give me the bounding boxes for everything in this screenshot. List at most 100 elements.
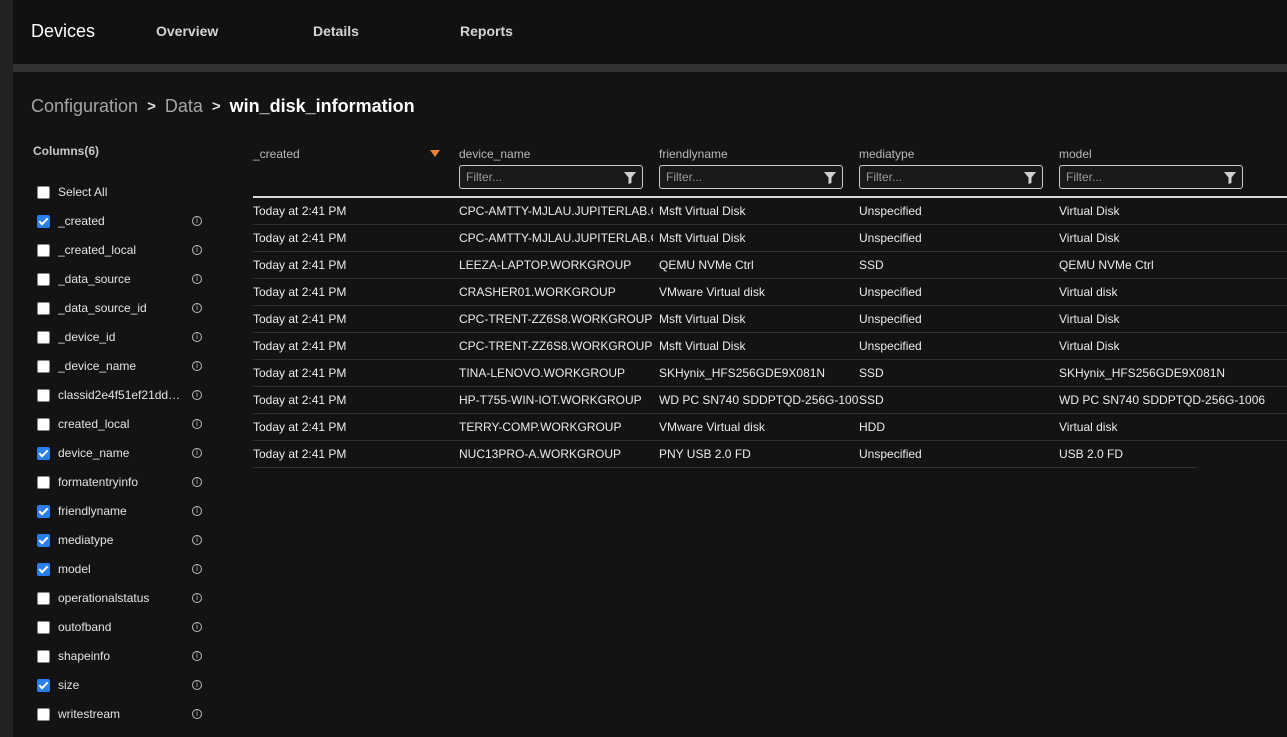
cell-mediatype: SSD — [859, 366, 884, 380]
column-label: mediatype — [58, 533, 114, 547]
column-checkbox[interactable] — [37, 504, 50, 518]
column-item[interactable]: size i — [37, 675, 207, 695]
column-item[interactable]: created_local i — [37, 414, 207, 434]
column-item[interactable]: _data_source_id i — [37, 298, 207, 318]
nav-tab-reports[interactable]: Reports — [460, 23, 513, 39]
info-icon[interactable]: i — [192, 564, 202, 574]
column-label: _device_id — [58, 330, 116, 344]
info-icon[interactable]: i — [192, 274, 202, 284]
column-header-friendlyname[interactable]: friendlyname — [659, 147, 728, 161]
column-item[interactable]: operationalstatus i — [37, 588, 207, 608]
filter-funnel-icon[interactable] — [824, 172, 836, 184]
column-checkbox[interactable] — [37, 446, 50, 460]
column-item[interactable]: outofband i — [37, 617, 207, 637]
info-icon[interactable]: i — [192, 477, 202, 487]
column-checkbox[interactable] — [37, 649, 50, 663]
filter-funnel-icon[interactable] — [624, 172, 636, 184]
column-header-created[interactable]: _created — [253, 147, 300, 161]
cell-created: Today at 2:41 PM — [253, 231, 347, 245]
column-label: _created_local — [58, 243, 137, 257]
column-label: device_name — [58, 446, 130, 460]
info-icon[interactable]: i — [192, 709, 202, 719]
column-checkbox[interactable] — [37, 214, 50, 228]
info-icon[interactable]: i — [192, 593, 202, 603]
column-item[interactable]: friendlyname i — [37, 501, 207, 521]
table-row[interactable]: Today at 2:41 PM HP-T755-WIN-IOT.WORKGROU… — [253, 387, 1287, 414]
column-item[interactable]: _created i — [37, 211, 207, 231]
filter-funnel-icon[interactable] — [1224, 172, 1236, 184]
table-row[interactable]: Today at 2:41 PM TINA-LENOVO.WORKGROUP SKH… — [253, 360, 1287, 387]
info-icon[interactable]: i — [192, 245, 202, 255]
info-icon[interactable]: i — [192, 448, 202, 458]
info-icon[interactable]: i — [192, 332, 202, 342]
column-item[interactable]: _device_id i — [37, 327, 207, 347]
breadcrumb-configuration[interactable]: Configuration — [31, 96, 138, 117]
filter-funnel-icon[interactable] — [1024, 172, 1036, 184]
column-checkbox[interactable] — [37, 417, 50, 431]
column-checkbox[interactable] — [37, 533, 50, 547]
cell-model: WD PC SN740 SDDPTQD-256G-1006 — [1059, 393, 1266, 407]
breadcrumb-separator: > — [147, 97, 156, 115]
table-row[interactable]: Today at 2:41 PM CRASHER01.WORKGROUP VMwar… — [253, 279, 1287, 306]
info-icon[interactable]: i — [192, 303, 202, 313]
column-checkbox[interactable] — [37, 620, 50, 634]
cell-mediatype: Unspecified — [859, 231, 922, 245]
column-item[interactable]: writestream i — [37, 704, 207, 724]
column-checkbox[interactable] — [37, 330, 50, 344]
info-icon[interactable]: i — [192, 651, 202, 661]
column-header-model[interactable]: model — [1059, 147, 1092, 161]
info-icon[interactable]: i — [192, 680, 202, 690]
column-label: _data_source — [58, 272, 131, 286]
column-item[interactable]: formatentryinfo i — [37, 472, 207, 492]
info-icon[interactable]: i — [192, 390, 202, 400]
column-checkbox[interactable] — [37, 707, 50, 721]
info-icon[interactable]: i — [192, 361, 202, 371]
info-icon[interactable]: i — [192, 506, 202, 516]
table-row[interactable]: Today at 2:41 PM CPC-AMTTY-MJLAU.JUPITERL… — [253, 225, 1287, 252]
info-icon[interactable]: i — [192, 419, 202, 429]
column-checkbox[interactable] — [37, 301, 50, 315]
column-item[interactable]: mediatype i — [37, 530, 207, 550]
select-all-checkbox[interactable] — [37, 185, 50, 199]
select-all-row[interactable]: Select All — [37, 182, 207, 202]
column-header-device-name[interactable]: device_name — [459, 147, 530, 161]
column-checkbox[interactable] — [37, 562, 50, 576]
table-row[interactable]: Today at 2:41 PM CPC-TRENT-ZZ6S8.WORKGROU… — [253, 306, 1287, 333]
column-item[interactable]: _data_source i — [37, 269, 207, 289]
column-item[interactable]: device_name i — [37, 443, 207, 463]
column-checkbox[interactable] — [37, 359, 50, 373]
column-item[interactable]: _device_name i — [37, 356, 207, 376]
table-row[interactable]: Today at 2:41 PM CPC-AMTTY-MJLAU.JUPITERL… — [253, 198, 1287, 225]
breadcrumb-data[interactable]: Data — [165, 96, 203, 117]
column-checkbox[interactable] — [37, 243, 50, 257]
column-checkbox[interactable] — [37, 272, 50, 286]
filter-input[interactable] — [460, 166, 620, 188]
nav-tab-overview[interactable]: Overview — [156, 23, 218, 39]
cell-model: Virtual Disk — [1059, 231, 1120, 245]
info-icon[interactable]: i — [192, 535, 202, 545]
sort-descending-icon[interactable] — [430, 150, 440, 157]
column-checkbox[interactable] — [37, 678, 50, 692]
table-row[interactable]: Today at 2:41 PM TERRY-COMP.WORKGROUP VMwa… — [253, 414, 1287, 441]
filter-input[interactable] — [1060, 166, 1220, 188]
info-icon[interactable]: i — [192, 622, 202, 632]
filter-input[interactable] — [660, 166, 820, 188]
info-icon[interactable]: i — [192, 216, 202, 226]
cell-friendlyname: PNY USB 2.0 FD — [659, 447, 751, 461]
column-header-mediatype[interactable]: mediatype — [859, 147, 914, 161]
column-item[interactable]: shapeinfo i — [37, 646, 207, 666]
column-checkbox[interactable] — [37, 388, 50, 402]
filter-input[interactable] — [860, 166, 1020, 188]
cell-mediatype: SSD — [859, 258, 884, 272]
table-row[interactable]: Today at 2:41 PM CPC-TRENT-ZZ6S8.WORKGROU… — [253, 333, 1287, 360]
column-checkbox[interactable] — [37, 475, 50, 489]
column-checkbox[interactable] — [37, 591, 50, 605]
breadcrumb-current-page: win_disk_information — [229, 95, 415, 116]
column-item[interactable]: classid2e4f51ef21dd47e99d3c952918aff9cd i — [37, 385, 207, 405]
table-row[interactable]: Today at 2:41 PM LEEZA-LAPTOP.WORKGROUP QE… — [253, 252, 1287, 279]
nav-tab-details[interactable]: Details — [313, 23, 359, 39]
column-item[interactable]: _created_local i — [37, 240, 207, 260]
column-item[interactable]: model i — [37, 559, 207, 579]
cell-created: Today at 2:41 PM — [253, 393, 347, 407]
table-row[interactable]: Today at 2:41 PM NUC13PRO-A.WORKGROUP PNY … — [253, 441, 1287, 468]
